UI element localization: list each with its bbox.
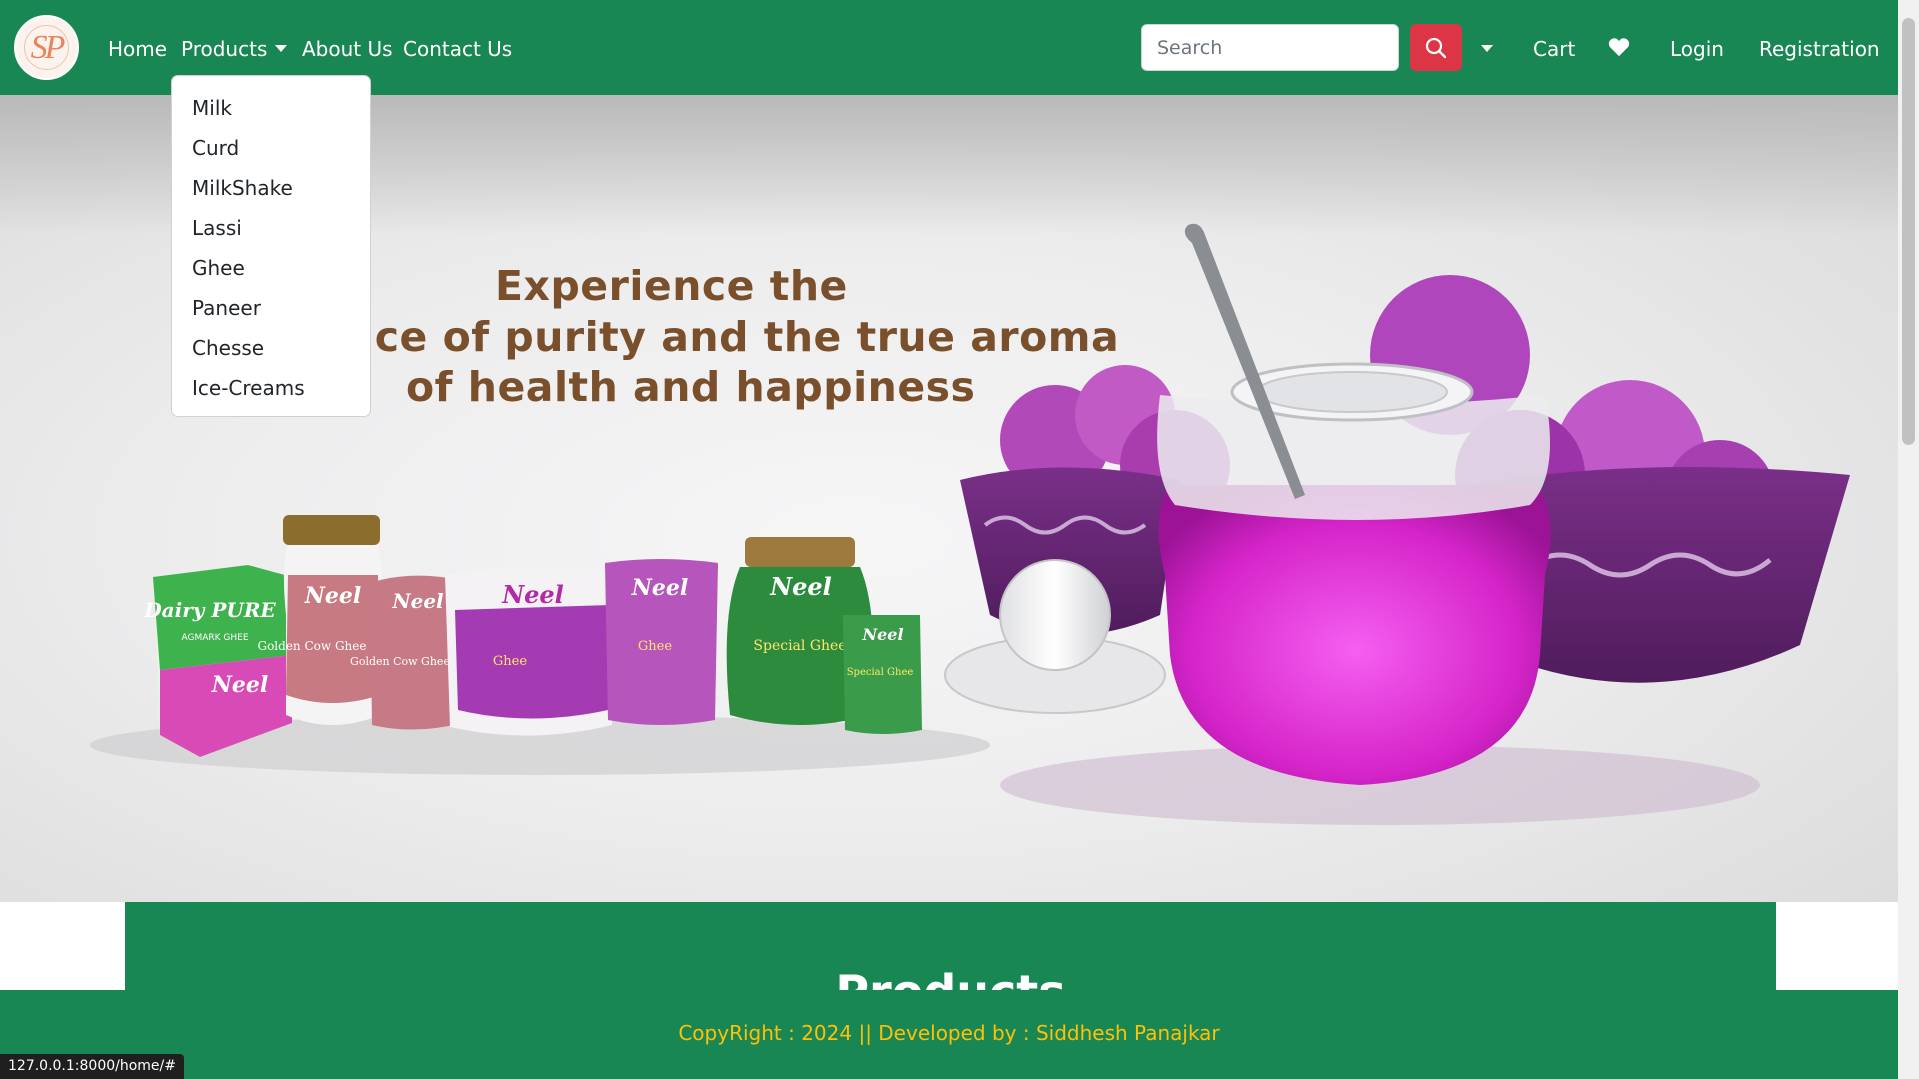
products-dropdown-menu: Milk Curd MilkShake Lassi Ghee Paneer Ch… bbox=[171, 75, 371, 417]
neel-mark-7: Neel bbox=[861, 625, 903, 644]
nav-products-label: Products bbox=[181, 37, 268, 61]
menu-item-milkshake[interactable]: MilkShake bbox=[172, 168, 370, 208]
nav-registration-link[interactable]: Registration bbox=[1759, 36, 1880, 62]
search-input[interactable] bbox=[1141, 24, 1399, 71]
search-icon bbox=[1425, 37, 1447, 58]
product-lineup: Dairy PURE AGMARK GHEE Neel Neel Golden … bbox=[143, 515, 922, 757]
nav-cart-link[interactable]: Cart bbox=[1533, 36, 1575, 62]
menu-item-lassi[interactable]: Lassi bbox=[172, 208, 370, 248]
status-bar-url: 127.0.0.1:8000/home/# bbox=[0, 1054, 184, 1079]
neel-mark-5: Neel bbox=[631, 575, 688, 601]
neel-mark-3: Neel bbox=[391, 589, 444, 613]
pack-label-3: Ghee bbox=[493, 654, 527, 669]
box-brand: Dairy PURE bbox=[143, 598, 276, 622]
nav-login-link[interactable]: Login bbox=[1670, 36, 1724, 62]
pack-label-4: Ghee bbox=[638, 639, 672, 654]
site-logo[interactable]: SP bbox=[14, 15, 79, 80]
neel-mark-1: Neel bbox=[211, 672, 268, 698]
pack-label-6: Special Ghee bbox=[847, 667, 914, 678]
pack-label-5: Special Ghee bbox=[753, 638, 846, 654]
scrollbar-thumb[interactable] bbox=[1902, 18, 1915, 445]
wishlist-heart-button[interactable] bbox=[1608, 37, 1630, 63]
search-dropdown-toggle[interactable] bbox=[1474, 38, 1500, 58]
products-section-title: Products bbox=[125, 965, 1776, 990]
nav-products-dropdown[interactable]: Products bbox=[181, 36, 288, 62]
neel-mark-4: Neel bbox=[501, 580, 564, 609]
menu-item-curd[interactable]: Curd bbox=[172, 128, 370, 168]
box-subtitle: AGMARK GHEE bbox=[181, 633, 248, 643]
menu-item-paneer[interactable]: Paneer bbox=[172, 288, 370, 328]
page-scrollbar[interactable] bbox=[1898, 0, 1919, 1079]
search-button[interactable] bbox=[1410, 24, 1462, 71]
pack-label-2: Golden Cow Ghee bbox=[350, 655, 450, 668]
caret-down-icon bbox=[1481, 44, 1493, 52]
logo-ring bbox=[24, 25, 69, 70]
nav-contact-link[interactable]: Contact Us bbox=[403, 36, 512, 62]
footer-copyright: CopyRight : 2024 || Developed by : Siddh… bbox=[678, 1020, 1220, 1045]
chevron-down-icon bbox=[275, 45, 288, 52]
menu-item-ghee[interactable]: Ghee bbox=[172, 248, 370, 288]
menu-item-ice-creams[interactable]: Ice-Creams bbox=[172, 368, 370, 408]
neel-mark-6: Neel bbox=[769, 572, 832, 601]
heart-icon bbox=[1608, 38, 1630, 57]
menu-item-milk[interactable]: Milk bbox=[172, 88, 370, 128]
footer: CopyRight : 2024 || Developed by : Siddh… bbox=[0, 990, 1898, 1079]
pack-label-1: Golden Cow Ghee bbox=[258, 639, 367, 653]
nav-about-link[interactable]: About Us bbox=[302, 36, 393, 62]
nav-home-link[interactable]: Home bbox=[108, 36, 167, 62]
neel-mark-2: Neel bbox=[304, 583, 361, 609]
products-section: Products bbox=[125, 902, 1776, 990]
menu-item-chesse[interactable]: Chesse bbox=[172, 328, 370, 368]
